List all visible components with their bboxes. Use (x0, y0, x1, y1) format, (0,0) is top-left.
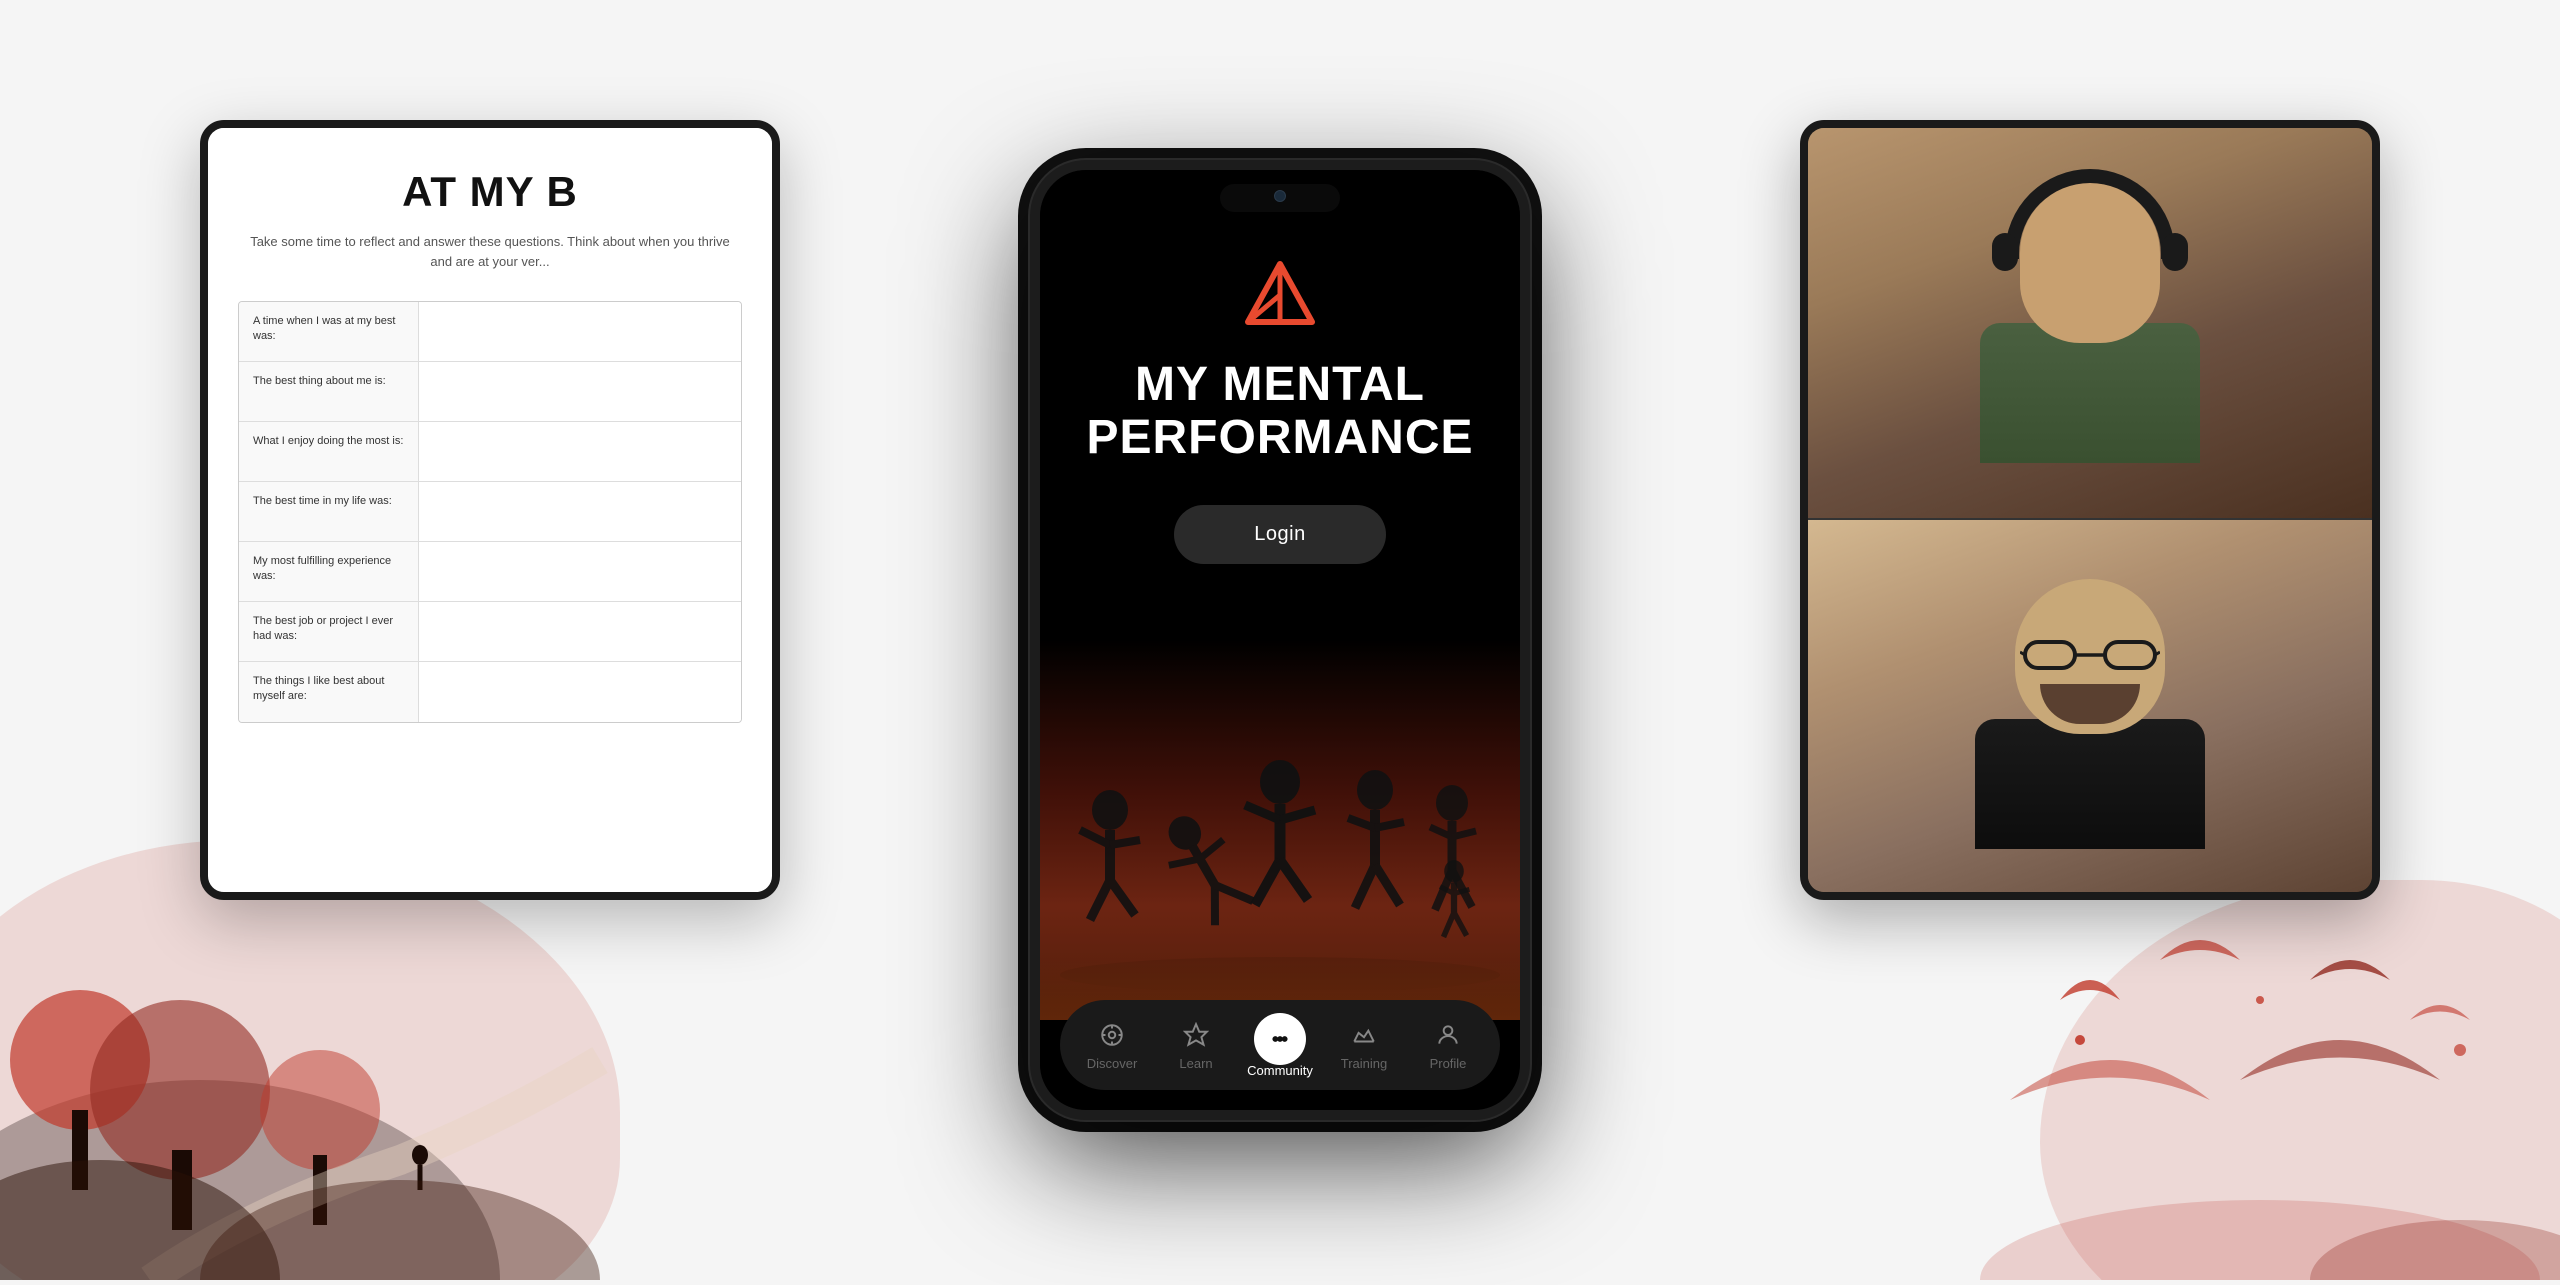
profile-icon (1433, 1020, 1463, 1050)
table-row: The things I like best about myself are: (239, 662, 741, 722)
table-row: What I enjoy doing the most is: (239, 422, 741, 482)
worksheet-subtitle: Take some time to reflect and answer the… (238, 232, 742, 271)
row-field (419, 362, 741, 421)
row-field (419, 302, 741, 361)
learn-label: Learn (1179, 1056, 1212, 1071)
video-person-2 (1808, 518, 2372, 900)
row-field (419, 602, 741, 661)
art-illustration-left (0, 860, 700, 1280)
row-label: The best time in my life was: (239, 482, 419, 541)
phone-device: MY MENTAL PERFORMANCE Login (1030, 160, 1530, 1120)
community-active-bubble (1254, 1013, 1306, 1065)
worksheet-table: A time when I was at my best was: The be… (238, 301, 742, 723)
training-icon (1349, 1020, 1379, 1050)
tablet-left: AT MY B Take some time to reflect and an… (200, 120, 780, 900)
profile-label: Profile (1430, 1056, 1467, 1071)
learn-icon (1181, 1020, 1211, 1050)
nav-item-discover[interactable]: Discover (1072, 1020, 1152, 1071)
row-field (419, 482, 741, 541)
row-field (419, 422, 741, 481)
person2-head (2015, 579, 2165, 734)
nav-item-training[interactable]: Training (1324, 1020, 1404, 1071)
community-label: Community (1247, 1063, 1313, 1078)
art-illustration-right (1960, 900, 2560, 1280)
app-title: MY MENTAL PERFORMANCE (1056, 359, 1503, 465)
discover-label: Discover (1087, 1056, 1138, 1071)
nav-item-profile[interactable]: Profile (1408, 1020, 1488, 1071)
worksheet-title: AT MY B (238, 168, 742, 216)
runners-illustration (1050, 710, 1510, 990)
bottom-nav: Discover Learn (1060, 1000, 1500, 1090)
training-label: Training (1341, 1056, 1387, 1071)
table-row: The best time in my life was: (239, 482, 741, 542)
person1-head (2020, 183, 2160, 343)
row-label: The things I like best about myself are: (239, 662, 419, 722)
nav-item-learn[interactable]: Learn (1156, 1020, 1236, 1071)
row-field (419, 662, 741, 722)
video-person-1 (1808, 128, 2372, 518)
person1-body (1980, 323, 2200, 463)
phone-wrapper: MY MENTAL PERFORMANCE Login (1030, 160, 1530, 1120)
discover-icon (1097, 1020, 1127, 1050)
phone-screen: MY MENTAL PERFORMANCE Login (1040, 170, 1520, 1110)
app-logo (1240, 260, 1320, 335)
row-label: What I enjoy doing the most is: (239, 422, 419, 481)
running-scene (1040, 640, 1520, 1020)
table-row: My most fulfilling experience was: (239, 542, 741, 602)
headphones (2005, 169, 2175, 259)
row-field (419, 542, 741, 601)
row-label: The best thing about me is: (239, 362, 419, 421)
login-button[interactable]: Login (1174, 505, 1385, 564)
row-label: A time when I was at my best was: (239, 302, 419, 361)
glasses-icon (2020, 634, 2160, 674)
headphone-ear-left (1992, 233, 2018, 271)
tablet-right (1800, 120, 2380, 900)
person2-body (1975, 719, 2205, 849)
table-row: A time when I was at my best was: (239, 302, 741, 362)
headphone-ear-right (2162, 233, 2188, 271)
table-row: The best thing about me is: (239, 362, 741, 422)
nav-item-community[interactable]: Community (1240, 1013, 1320, 1078)
row-label: My most fulfilling experience was: (239, 542, 419, 601)
row-label: The best job or project I ever had was: (239, 602, 419, 661)
front-camera (1274, 190, 1286, 202)
apex-logo-icon (1240, 260, 1320, 330)
table-row: The best job or project I ever had was: (239, 602, 741, 662)
